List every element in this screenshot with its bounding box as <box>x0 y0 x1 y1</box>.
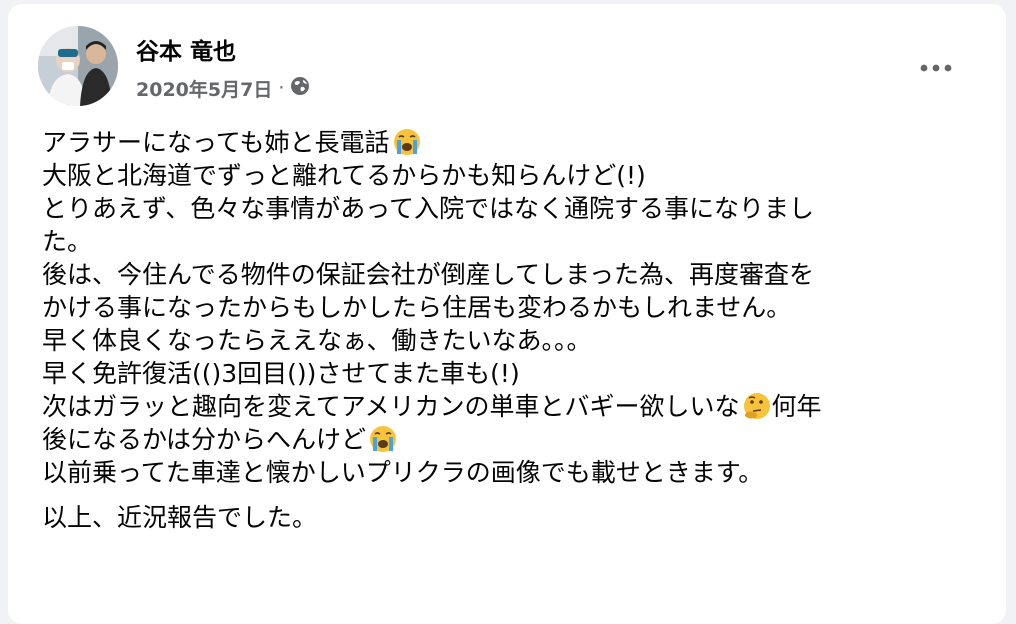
post-date[interactable]: 2020年5月7日 <box>136 75 272 102</box>
post-line: 後は、今住んでる物件の保証会社が倒産してしまった為、再度審査を <box>42 260 815 289</box>
meta-separator: · <box>278 77 285 99</box>
post-line: 早く免許復活(()3回目())させてまた車も(!) <box>42 359 520 388</box>
post-meta: 2020年5月7日 · <box>136 74 310 102</box>
post-line: 大阪と北海道でずっと離れてるからかも知らんけど(!) <box>42 161 646 190</box>
post-card: 谷本 竜也 2020年5月7日 · アラサーになっても姉と長電話 大阪と北海道で… <box>8 4 1006 624</box>
more-options-button[interactable] <box>914 48 958 84</box>
author-name[interactable]: 谷本 竜也 <box>136 32 236 66</box>
post-line: 次はガラッと趣向を変えてアメリカンの単車とバギー欲しいな 何年 <box>42 390 1002 423</box>
post-closing: 以上、近況報告でした。 <box>42 503 318 532</box>
post-line: 早く体良くなったらええなぁ、働きたいなあ。。。 <box>42 326 592 355</box>
more-options-icon <box>920 57 952 76</box>
thinking-face-emoji <box>742 391 772 429</box>
globe-icon <box>290 76 310 101</box>
post-line: かける事になったからもしかしたら住居も変わるかもしれません。 <box>42 293 792 322</box>
post-body: アラサーになっても姉と長電話 大阪と北海道でずっと離れてるからかも知らんけど(!… <box>42 126 1002 534</box>
avatar[interactable] <box>38 26 118 106</box>
post-line: とりあえず、色々な事情があって入院ではなく通院する事になりまし <box>42 194 815 223</box>
post-line: た。 <box>42 227 93 256</box>
profile-photo <box>38 26 118 106</box>
post-line: 以前乗ってた車達と懐かしいプリクラの画像でも載せときます。 <box>42 458 764 487</box>
post-line: 後になるかは分からへんけど <box>42 423 1002 456</box>
post-line: アラサーになっても姉と長電話 <box>42 126 1002 159</box>
